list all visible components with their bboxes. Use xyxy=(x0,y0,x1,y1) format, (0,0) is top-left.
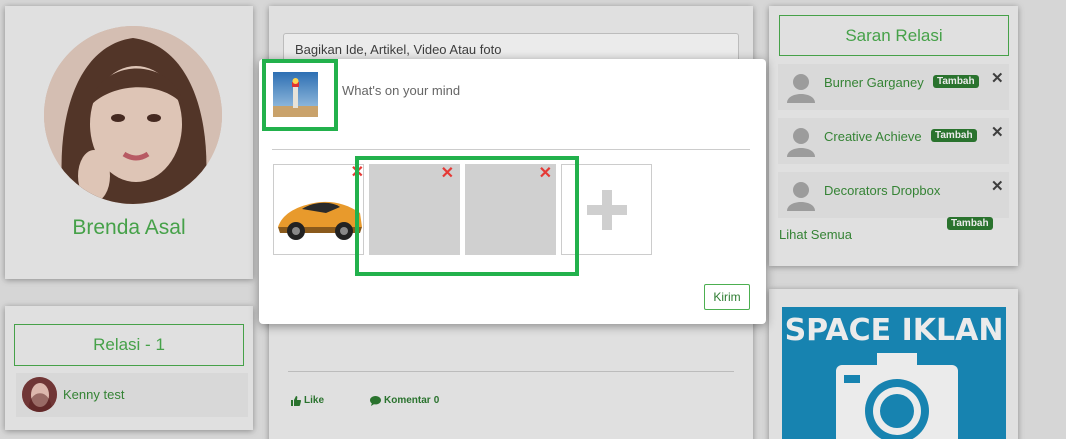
plus-icon xyxy=(587,190,627,230)
post-text-placeholder[interactable]: What's on your mind xyxy=(342,83,460,98)
post-thumbnail[interactable] xyxy=(273,72,318,117)
images-highlight xyxy=(355,156,579,276)
post-modal: What's on your mind ✕ ✕ ✕ Kirim xyxy=(259,59,766,324)
image-slot-car[interactable]: ✕ xyxy=(273,164,364,255)
modal-divider xyxy=(272,149,750,150)
kirim-button[interactable]: Kirim xyxy=(704,284,750,310)
